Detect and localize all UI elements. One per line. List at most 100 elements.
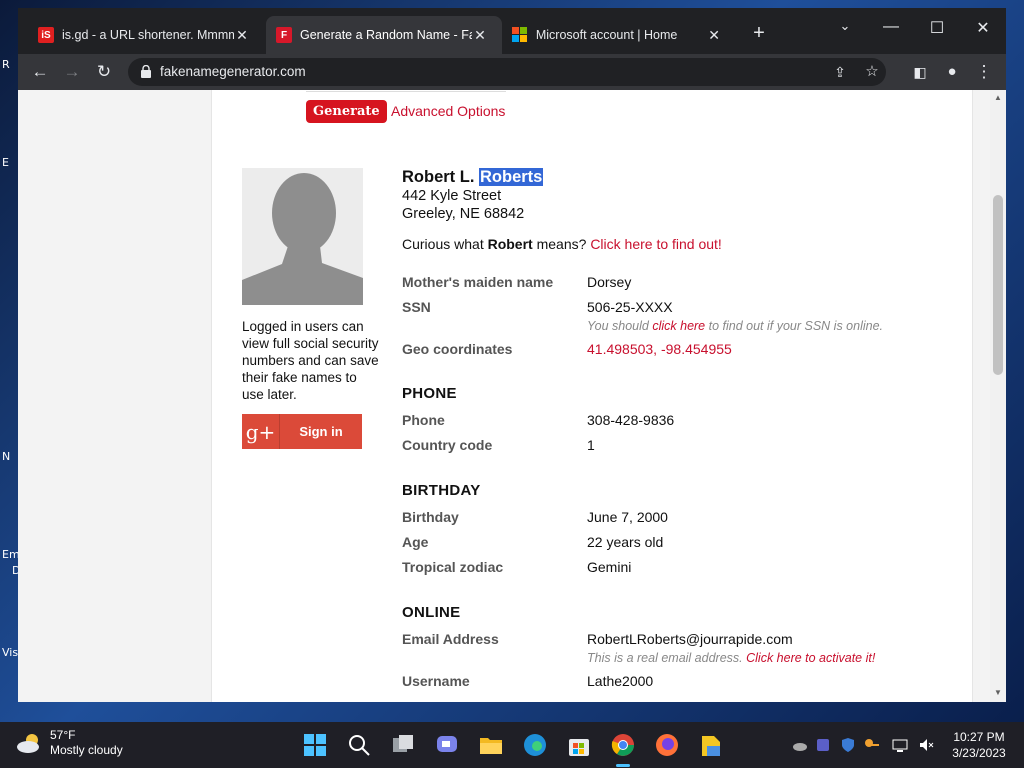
tab-isgd[interactable]: iS is.gd - a URL shortener. Mmmm, s ✕ [28, 16, 266, 54]
teams-tray-icon[interactable] [816, 737, 832, 753]
phone-value: 308-428-9836 [587, 412, 675, 428]
activate-email-link[interactable]: Click here to activate it! [746, 651, 875, 665]
chrome-icon[interactable] [610, 732, 636, 758]
curious-name: Robert [487, 236, 533, 252]
shield-icon[interactable] [840, 737, 856, 753]
zodiac-value: Gemini [587, 559, 632, 575]
url-text: fakenamegenerator.com [160, 64, 306, 79]
ssn-note: You should click here to find out if you… [587, 319, 883, 333]
login-note: Logged in users can view full social sec… [242, 319, 379, 402]
weather-widget[interactable]: 57°F Mostly cloudy [16, 728, 123, 758]
google-signin-button[interactable]: g+ Sign in [242, 414, 362, 449]
first-name: Robert L. [402, 168, 475, 186]
browser-toolbar: ← → ↻ fakenamegenerator.com ⇪ ☆ ◧ ● ⋮ [18, 54, 1006, 90]
person-silhouette-icon [242, 168, 363, 305]
ssn-value: 506-25-XXXX [587, 299, 673, 315]
menu-kebab-icon[interactable]: ⋮ [972, 60, 996, 84]
profile-icon[interactable]: ● [940, 60, 964, 84]
avatar [242, 168, 363, 305]
isgd-icon: iS [38, 27, 54, 43]
name-meaning-link[interactable]: Click here to find out! [590, 236, 722, 252]
tab-title: is.gd - a URL shortener. Mmmm, s [62, 28, 234, 42]
generate-button[interactable]: Generate [306, 100, 387, 123]
microsoft-icon [512, 27, 528, 43]
browser-window: iS is.gd - a URL shortener. Mmmm, s ✕ F … [18, 8, 1006, 702]
new-tab-button[interactable]: + [746, 22, 772, 45]
share-icon[interactable]: ⇪ [828, 60, 852, 84]
store-icon[interactable] [566, 732, 592, 758]
email-note-prefix: This is a real email address. [587, 651, 743, 665]
scroll-up-icon[interactable]: ▲ [990, 93, 1006, 102]
ssn-label: SSN [402, 299, 431, 315]
windows-start-icon[interactable] [302, 732, 328, 758]
country-code-label: Country code [402, 437, 493, 453]
name-meaning-line: Curious what Robert means? Click here to… [402, 236, 722, 252]
close-window-icon[interactable]: ✕ [968, 18, 998, 38]
side-panel-icon[interactable]: ◧ [908, 60, 932, 84]
close-icon[interactable]: ✕ [234, 27, 250, 44]
birthday-value: June 7, 2000 [587, 509, 668, 525]
name-form-edge [306, 90, 506, 92]
edge-icon[interactable] [522, 732, 548, 758]
email-label: Email Address [402, 631, 499, 647]
teams-chat-icon[interactable] [434, 732, 460, 758]
username-value: Lathe2000 [587, 673, 654, 689]
minimize-icon[interactable]: — [876, 18, 906, 36]
signin-label: Sign in [299, 424, 343, 439]
clock-time: 10:27 PM [953, 730, 1005, 744]
system-clock[interactable]: 10:27 PM 3/23/2023 [944, 729, 1014, 761]
maximize-icon[interactable]: ☐ [922, 18, 952, 38]
geo-coordinates-link[interactable]: 41.498503, -98.454955 [587, 341, 732, 357]
desktop-icon-label[interactable]: Vis [2, 646, 18, 659]
file-manager-icon[interactable] [698, 732, 724, 758]
address-bar[interactable]: fakenamegenerator.com ⇪ ☆ [128, 58, 886, 86]
tab-microsoft[interactable]: Microsoft account | Home ✕ [502, 16, 732, 54]
key-icon[interactable] [864, 737, 880, 753]
tab-strip: iS is.gd - a URL shortener. Mmmm, s ✕ F … [18, 8, 1006, 54]
file-explorer-icon[interactable] [478, 732, 504, 758]
username-label: Username [402, 673, 470, 689]
full-name: Robert L. Roberts [402, 168, 544, 187]
google-plus-icon: g+ [242, 414, 280, 449]
ssn-check-link[interactable]: click here [652, 319, 705, 333]
firefox-icon[interactable] [654, 732, 680, 758]
scroll-down-icon[interactable]: ▼ [990, 688, 1006, 697]
bookmark-star-icon[interactable]: ☆ [860, 60, 884, 84]
tab-title: Generate a Random Name - Fake [300, 28, 472, 42]
onedrive-icon[interactable] [792, 737, 808, 753]
desktop-icon-label[interactable]: E [2, 156, 9, 169]
page-content: Generate Advanced Options Logged in user… [211, 90, 973, 702]
tab-search-icon[interactable]: ⌄ [830, 18, 860, 34]
advanced-options-link[interactable]: Advanced Options [391, 103, 505, 119]
close-icon[interactable]: ✕ [706, 27, 722, 44]
online-section-heading: ONLINE [402, 604, 461, 621]
volume-muted-icon[interactable] [918, 737, 934, 753]
scrollbar-thumb[interactable] [993, 195, 1003, 375]
page-scrollbar[interactable]: ▲ ▼ [990, 90, 1006, 702]
forward-arrow-icon[interactable]: → [60, 60, 84, 84]
task-view-icon[interactable] [390, 732, 416, 758]
phone-section-heading: PHONE [402, 385, 457, 402]
address-line2: Greeley, NE 68842 [402, 206, 525, 222]
weather-temperature: 57°F [50, 728, 76, 742]
maiden-name-label: Mother's maiden name [402, 274, 554, 290]
desktop-icon-label[interactable]: R [2, 58, 10, 71]
email-note: This is a real email address. Click here… [587, 651, 875, 665]
birthday-label: Birthday [402, 509, 459, 525]
taskbar: 57°F Mostly cloudy 10:27 PM 3/23/2023 [0, 722, 1024, 768]
reload-icon[interactable]: ↻ [92, 60, 116, 84]
last-name-selected: Roberts [479, 168, 544, 186]
cloud-sun-icon [17, 734, 39, 753]
tab-fakenamegenerator[interactable]: F Generate a Random Name - Fake ✕ [266, 16, 502, 54]
country-code-value: 1 [587, 437, 595, 453]
curious-middle: means? [536, 236, 587, 252]
network-icon[interactable] [892, 737, 908, 753]
ssn-note-suffix: to find out if your SSN is online. [708, 319, 884, 333]
back-arrow-icon[interactable]: ← [28, 60, 52, 84]
desktop-icon-label[interactable]: N [2, 450, 10, 463]
search-icon[interactable] [346, 732, 372, 758]
close-icon[interactable]: ✕ [472, 27, 488, 44]
age-value: 22 years old [587, 534, 664, 550]
clock-date: 3/23/2023 [952, 746, 1006, 760]
identity-block: Robert L. Roberts 442 Kyle Street Greele… [402, 168, 544, 223]
